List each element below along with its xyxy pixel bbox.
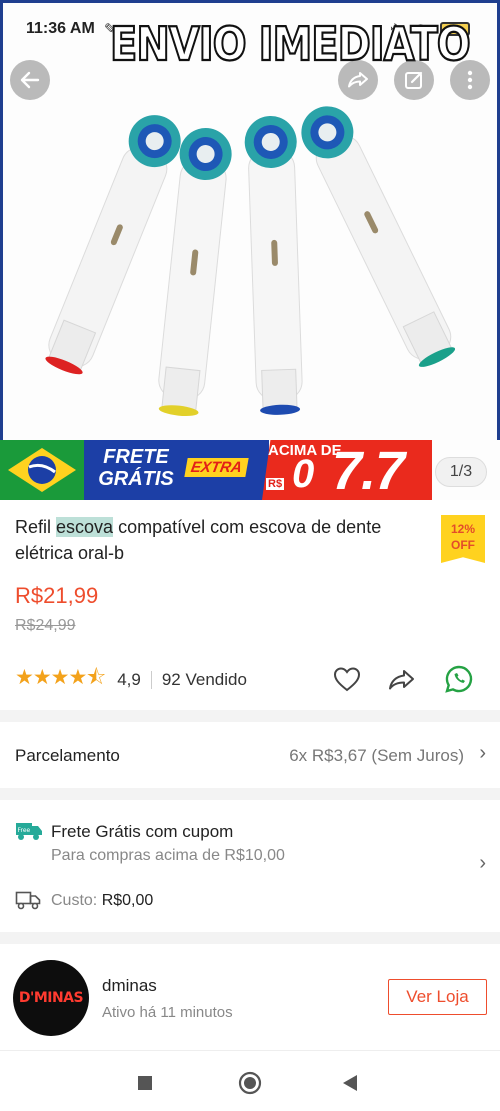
product-title: Refil escova compatível com escova de de… [15, 514, 430, 566]
edit-button[interactable] [394, 60, 434, 100]
title-part: Refil [15, 517, 57, 537]
whatsapp-icon[interactable] [444, 664, 474, 694]
shipping-cost: Custo: R$0,00 [51, 892, 153, 910]
old-price: R$24,99 [15, 617, 76, 634]
share-button[interactable] [338, 60, 378, 100]
share-icon [348, 72, 368, 88]
shipping-cost-value: R$0,00 [101, 892, 154, 909]
shop-avatar[interactable]: D'MINAS [13, 960, 89, 1036]
discount-badge: 12% OFF [441, 515, 485, 563]
brazil-flag-icon [0, 440, 84, 500]
more-icon [467, 70, 473, 90]
product-image [45, 106, 456, 417]
recents-button-icon[interactable] [137, 1075, 153, 1091]
banner-zero: 0 [292, 452, 315, 496]
status-time: 11:36 AM [26, 20, 95, 37]
product-page: 11:36 AM ✎ ✈ ◠ 75 ENVIO IMEDIATO FRETE G… [0, 0, 500, 1111]
edit-icon [405, 71, 423, 89]
shop-logo-text: D'MINAS [18, 990, 84, 1006]
shipping-subtitle: Para compras acima de R$10,00 [51, 847, 285, 864]
shop-active-status: Ativo há 11 minutos [102, 1004, 233, 1021]
home-button-icon[interactable] [238, 1071, 262, 1095]
banner-frete-text: FRETE GRÁTIS [98, 446, 174, 490]
rating-stars-icon: ★★★★⯪ [15, 665, 106, 689]
divider [150, 671, 152, 689]
shipping-cost-label: Custo: [51, 892, 98, 909]
shop-name: dminas [102, 976, 157, 995]
share-product-icon[interactable] [387, 664, 417, 694]
chevron-right-icon: › [479, 742, 486, 764]
more-button[interactable] [450, 60, 490, 100]
free-badge-text: Free [18, 827, 31, 834]
title-highlight: escova [56, 517, 114, 537]
discount-label: OFF [451, 538, 475, 552]
free-shipping-banner: FRETE GRÁTIS EXTRA ACIMA DE 0 R$ 7.7 [0, 440, 432, 500]
section-separator [0, 710, 500, 722]
banner-amount: 7.7 [332, 441, 405, 500]
installments-label: Parcelamento [15, 746, 120, 765]
heart-icon[interactable] [332, 664, 362, 694]
section-separator [0, 932, 500, 944]
chevron-right-icon: › [479, 852, 486, 874]
discount-percent: 12% [450, 522, 476, 536]
price: R$21,99 [15, 583, 99, 608]
system-navigation-bar [0, 1050, 500, 1111]
back-button[interactable] [10, 60, 50, 100]
shop-section: D'MINAS dminas Ativo há 11 minutos Ver L… [0, 944, 500, 1048]
section-separator [0, 788, 500, 800]
back-nav-button-icon[interactable] [342, 1074, 358, 1092]
rating-row: ★★★★⯪ 4,9 92 Vendido [15, 666, 247, 694]
shipping-title: Frete Grátis com cupom [51, 822, 234, 841]
installments-value: 6x R$3,67 (Sem Juros) [289, 746, 464, 765]
sold-count: 92 Vendido [161, 670, 247, 689]
free-shipping-truck-icon: Free [16, 823, 42, 840]
back-arrow-icon [20, 71, 40, 89]
truck-outline-icon [15, 891, 41, 910]
banner-rs: R$ [266, 478, 285, 490]
rating-value: 4,9 [117, 670, 141, 689]
banner-extra-tag: EXTRA [184, 458, 249, 477]
view-shop-button[interactable]: Ver Loja [388, 979, 487, 1015]
shipping-section[interactable]: Free Frete Grátis com cupom Para compras… [0, 800, 500, 932]
installments-row[interactable]: Parcelamento 6x R$3,67 (Sem Juros) › [0, 722, 500, 788]
image-counter: 1/3 [435, 457, 487, 487]
product-image-carousel[interactable]: 11:36 AM ✎ ✈ ◠ 75 ENVIO IMEDIATO FRETE G… [0, 0, 500, 500]
